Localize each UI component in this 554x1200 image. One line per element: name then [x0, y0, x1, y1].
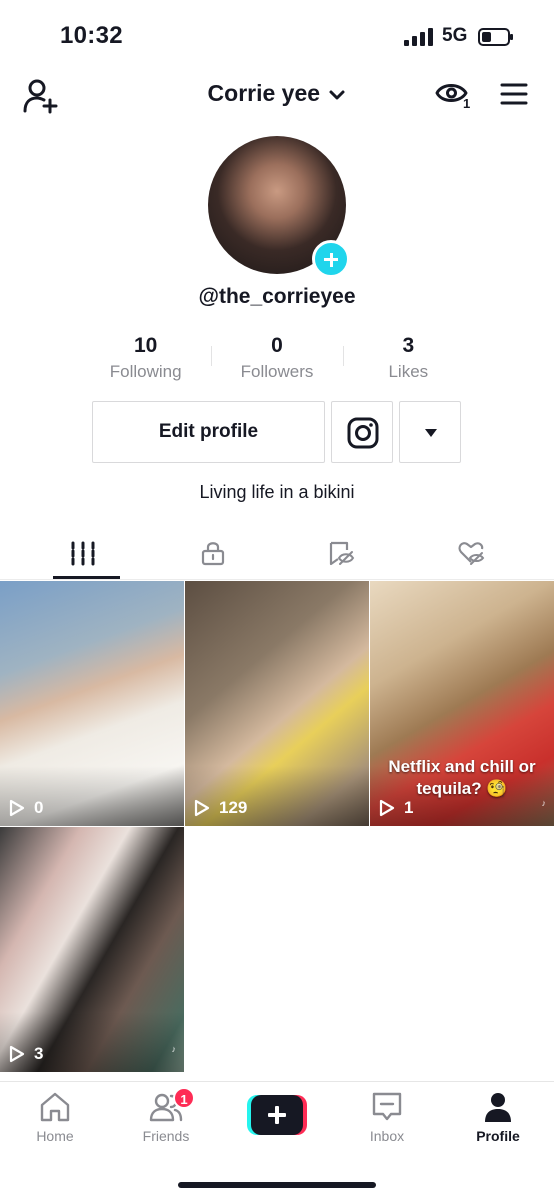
profile-views-count: 1 — [463, 96, 471, 111]
instagram-button[interactable] — [331, 401, 393, 463]
nav-friends[interactable]: Friends 1 — [111, 1087, 221, 1144]
tiktok-watermark-icon: ♪ — [541, 798, 547, 808]
favorites-hidden-icon — [329, 541, 355, 566]
tab-liked[interactable] — [402, 528, 540, 580]
video-thumbnail[interactable]: 129 — [185, 581, 369, 826]
inbox-icon — [372, 1092, 402, 1121]
stat-following[interactable]: 10 Following — [80, 334, 211, 384]
play-icon — [9, 1045, 25, 1063]
view-count-value: 3 — [34, 1044, 44, 1063]
edit-profile-button[interactable]: Edit profile — [92, 401, 325, 463]
stat-value: 10 — [133, 334, 158, 357]
tiktok-watermark-icon: ♪ — [171, 1044, 177, 1054]
video-thumbnail[interactable]: ♪ 3 — [0, 827, 184, 1072]
nav-inbox-label: Inbox — [369, 1128, 405, 1144]
menu-icon[interactable] — [500, 82, 528, 106]
network-type: 5G — [442, 25, 468, 46]
plus-icon — [251, 1095, 303, 1135]
nav-friends-label: Friends — [142, 1128, 190, 1144]
stat-value: 0 — [271, 334, 283, 357]
liked-hidden-icon — [458, 542, 485, 565]
profile-stats: 10 Following 0 Followers 3 Likes — [80, 334, 474, 384]
tab-favorites[interactable] — [272, 528, 410, 580]
home-icon — [40, 1092, 70, 1122]
view-count: 3 — [8, 1044, 43, 1064]
stat-label: Followers — [240, 362, 314, 381]
nav-inbox[interactable]: Inbox — [332, 1090, 442, 1144]
video-caption: Netflix and chill or tequila? 🧐 — [388, 757, 536, 798]
add-photo-button[interactable] — [312, 240, 350, 278]
notification-badge: 1 — [173, 1087, 195, 1109]
active-tab-indicator — [53, 576, 120, 579]
bio: Living life in a bikini — [199, 482, 355, 502]
video-thumbnail[interactable]: Netflix and chill or tequila? 🧐 ♪ 1 — [370, 581, 554, 826]
status-time: 10:32 — [60, 22, 123, 49]
view-count-value: 1 — [404, 798, 414, 817]
view-count-value: 0 — [34, 798, 44, 817]
video-thumbnail[interactable]: 0 — [0, 581, 184, 826]
stat-label: Likes — [388, 362, 429, 381]
nav-home-label: Home — [36, 1128, 74, 1144]
stat-likes[interactable]: 3 Likes — [342, 334, 474, 384]
nav-profile-label: Profile — [476, 1128, 520, 1144]
status-bar: 10:32 5G — [0, 0, 554, 70]
stat-label: Following — [109, 362, 182, 381]
create-button[interactable] — [247, 1095, 307, 1135]
private-lock-icon — [201, 542, 225, 566]
profile-header: Corrie yee 1 — [0, 70, 554, 120]
tab-videos[interactable] — [14, 528, 152, 580]
instagram-icon — [347, 417, 379, 449]
stat-followers[interactable]: 0 Followers — [211, 334, 342, 384]
username: @the_corrieyee — [198, 285, 356, 308]
battery-icon — [478, 28, 513, 46]
view-count: 0 — [8, 798, 43, 818]
view-count: 129 — [193, 798, 247, 818]
tab-private[interactable] — [144, 528, 282, 580]
play-icon — [9, 799, 25, 817]
signal-icon — [404, 28, 433, 46]
caret-down-icon — [425, 429, 437, 437]
home-indicator — [178, 1182, 376, 1188]
play-icon — [194, 799, 210, 817]
content-tabs — [0, 528, 554, 580]
profile-name: Corrie yee — [207, 80, 321, 106]
more-options-button[interactable] — [399, 401, 461, 463]
view-count-value: 129 — [219, 798, 248, 817]
play-icon — [379, 799, 395, 817]
nav-profile[interactable]: Profile — [443, 1090, 553, 1144]
stat-value: 3 — [402, 334, 415, 357]
chevron-down-icon — [329, 90, 345, 100]
nav-home[interactable]: Home — [0, 1090, 110, 1144]
view-count: 1 — [378, 798, 413, 818]
videos-grid-icon — [71, 541, 95, 566]
profile-icon — [485, 1093, 511, 1122]
